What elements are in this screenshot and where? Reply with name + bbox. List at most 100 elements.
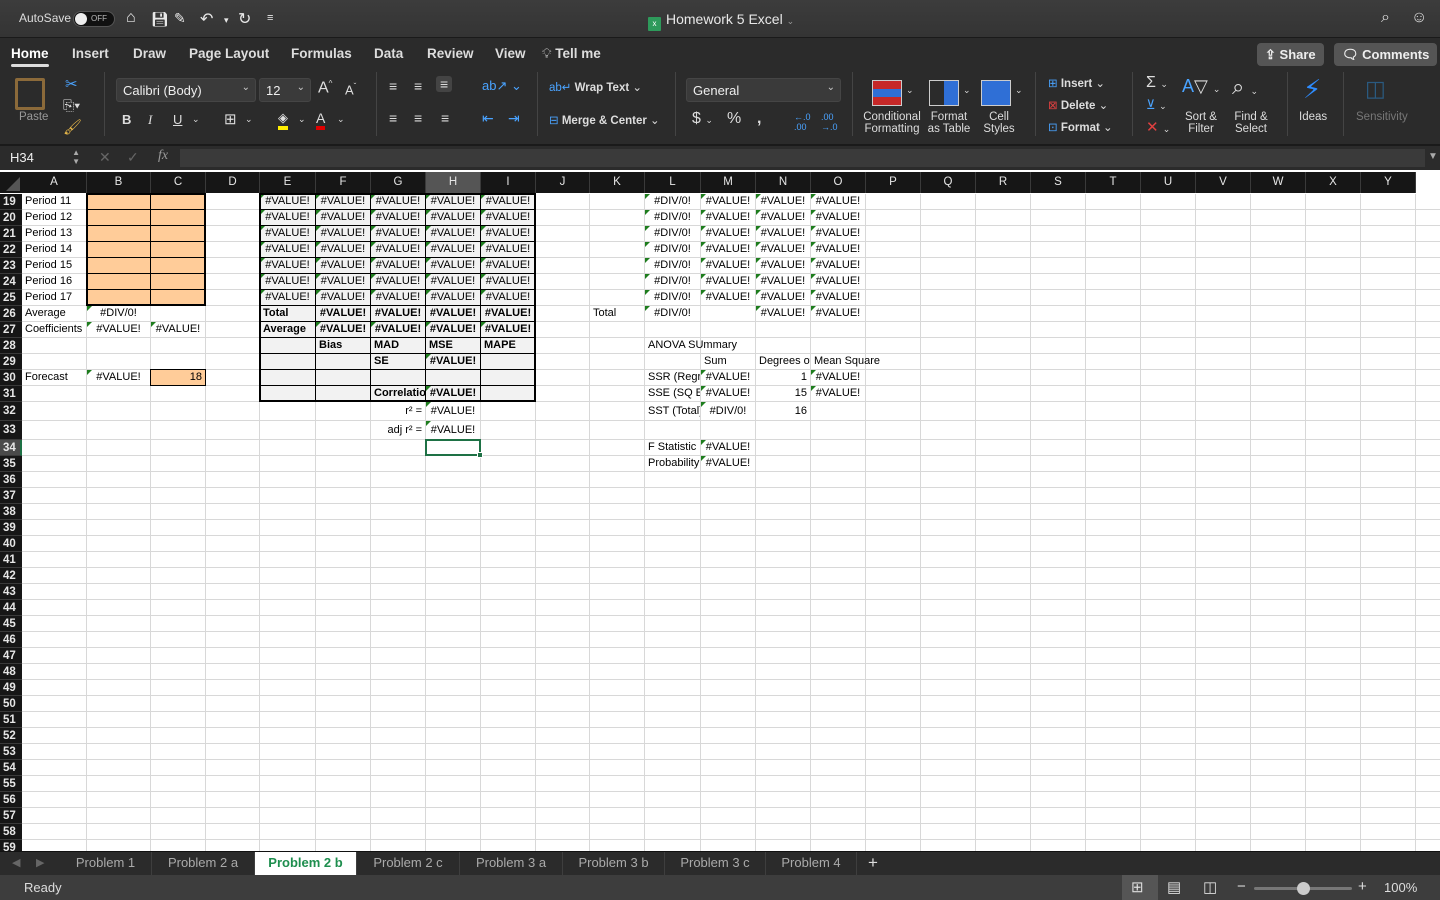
row-header-34[interactable]: 34 [0, 440, 22, 456]
bold-button[interactable]: B [122, 112, 131, 127]
normal-view-icon[interactable]: ⊞ [1131, 878, 1144, 896]
cell-f22[interactable]: #VALUE! [316, 242, 370, 257]
tab-page-layout[interactable]: Page Layout [189, 46, 269, 61]
cell-g25[interactable]: #VALUE! [371, 290, 425, 305]
cell-h30[interactable] [426, 370, 480, 385]
cell-e22[interactable]: #VALUE! [260, 242, 315, 257]
cancel-icon[interactable]: ✕ [99, 149, 111, 166]
zoom-in-button[interactable]: + [1358, 878, 1367, 895]
align-left-icon[interactable]: ≡ [389, 110, 397, 126]
format-as-table-icon[interactable] [929, 80, 959, 106]
wrap-text-button[interactable]: ab↵ Wrap Text ⌄ [549, 80, 642, 94]
expand-formula-icon[interactable]: ▼ [1428, 151, 1438, 162]
cell-g31[interactable]: Correlation [371, 386, 425, 401]
font-name-dropdown[interactable]: Calibri (Body) ⌄ [116, 78, 256, 102]
zoom-out-button[interactable]: − [1237, 878, 1246, 895]
cell-e31[interactable] [260, 386, 315, 401]
cell-o21[interactable]: #VALUE! [811, 226, 865, 241]
column-header-w[interactable]: W [1251, 172, 1306, 193]
sheet-tab-problem-3-b[interactable]: Problem 3 b [563, 852, 665, 875]
row-header-24[interactable]: 24 [0, 274, 22, 290]
row-header-31[interactable]: 31 [0, 386, 22, 402]
row-header-41[interactable]: 41 [0, 552, 22, 568]
row-header-35[interactable]: 35 [0, 456, 22, 472]
cell-g20[interactable]: #VALUE! [371, 210, 425, 225]
cell-f25[interactable]: #VALUE! [316, 290, 370, 305]
cell-b25[interactable] [87, 290, 150, 305]
italic-button[interactable]: I [148, 112, 152, 128]
cell-l26[interactable]: #DIV/0! [645, 306, 700, 321]
row-header-48[interactable]: 48 [0, 664, 22, 680]
sort-filter-button[interactable]: Sort & Filter [1180, 111, 1222, 135]
cell-f23[interactable]: #VALUE! [316, 258, 370, 273]
row-header-51[interactable]: 51 [0, 712, 22, 728]
row-header-43[interactable]: 43 [0, 584, 22, 600]
column-header-g[interactable]: G [371, 172, 426, 193]
row-header-46[interactable]: 46 [0, 632, 22, 648]
cell-b26[interactable]: #DIV/0! [87, 306, 150, 321]
cell-e24[interactable]: #VALUE! [260, 274, 315, 289]
cell-o24[interactable]: #VALUE! [811, 274, 865, 289]
row-header-40[interactable]: 40 [0, 536, 22, 552]
fill-icon[interactable]: ⊻ ⌄ [1146, 97, 1167, 113]
search-icon[interactable]: ⌕ [1381, 9, 1390, 27]
percent-icon[interactable]: % [727, 110, 741, 128]
column-header-h[interactable]: H [426, 172, 481, 193]
cell-b24[interactable] [87, 274, 150, 289]
borders-icon[interactable]: ⊞ [224, 110, 237, 128]
format-painter-icon[interactable]: 🖌︎ [63, 118, 82, 136]
cell-m22[interactable]: #VALUE! [701, 242, 755, 257]
currency-icon[interactable]: $ ⌄ [692, 110, 713, 128]
cell-n32[interactable]: 16 [756, 402, 810, 420]
merge-center-button[interactable]: ⊟ Merge & Center ⌄ [549, 113, 660, 127]
autosum-icon[interactable]: Σ ⌄ [1146, 74, 1168, 92]
tab-data[interactable]: Data [374, 46, 403, 61]
tab-view[interactable]: View [495, 46, 526, 61]
tell-me[interactable]: 💡︎ Tell me [542, 46, 601, 62]
cell-m25[interactable]: #VALUE! [701, 290, 755, 305]
cell-f24[interactable]: #VALUE! [316, 274, 370, 289]
cell-l21[interactable]: #DIV/0! [645, 226, 700, 241]
cell-i26[interactable]: #VALUE! [481, 306, 535, 321]
cell-f28[interactable]: Bias [316, 338, 370, 353]
cell-m32[interactable]: #DIV/0! [701, 402, 755, 420]
cell-i24[interactable]: #VALUE! [481, 274, 535, 289]
cell-c24[interactable] [151, 274, 205, 289]
cell-e20[interactable]: #VALUE! [260, 210, 315, 225]
cell-m35[interactable]: #VALUE! [701, 456, 755, 471]
cell-b23[interactable] [87, 258, 150, 273]
cell-i30[interactable] [481, 370, 535, 385]
cell-m23[interactable]: #VALUE! [701, 258, 755, 273]
cell-a30[interactable]: Forecast [22, 370, 86, 385]
format-as-table-button[interactable]: Format as Table [924, 111, 974, 135]
sheet-tab-problem-2-c[interactable]: Problem 2 c [357, 852, 460, 875]
font-color-dropdown-icon[interactable]: ⌄ [337, 114, 345, 125]
font-size-dropdown[interactable]: 12 ⌄ [259, 78, 311, 102]
cell-g30[interactable] [371, 370, 425, 385]
save-icon[interactable]: 💾︎ [151, 11, 169, 28]
cell-n20[interactable]: #VALUE! [756, 210, 810, 225]
cell-g28[interactable]: MAD [371, 338, 425, 353]
column-header-p[interactable]: P [866, 172, 921, 193]
cell-g21[interactable]: #VALUE! [371, 226, 425, 241]
share-button[interactable]: ⇪ Share [1257, 43, 1324, 66]
autosave-toggle[interactable]: OFF [73, 11, 115, 27]
column-header-n[interactable]: N [756, 172, 811, 193]
align-top-icon[interactable]: ≡ [389, 78, 397, 94]
tab-review[interactable]: Review [427, 46, 474, 61]
cell-n21[interactable]: #VALUE! [756, 226, 810, 241]
cell-l35[interactable]: Probability [645, 456, 700, 471]
cell-h20[interactable]: #VALUE! [426, 210, 480, 225]
cell-g32[interactable]: r² = [371, 402, 425, 420]
cell-c20[interactable] [151, 210, 205, 225]
undo-dropdown-icon[interactable]: ▾ [224, 15, 229, 26]
cell-l28[interactable]: ANOVA SUmmary [645, 338, 755, 353]
cell-f29[interactable] [316, 354, 370, 369]
fill-color-icon[interactable]: ◈ [278, 110, 288, 130]
cell-l25[interactable]: #DIV/0! [645, 290, 700, 305]
cell-g22[interactable]: #VALUE! [371, 242, 425, 257]
cell-a20[interactable]: Period 12 [22, 210, 86, 225]
tab-formulas[interactable]: Formulas [291, 46, 352, 61]
row-header-20[interactable]: 20 [0, 210, 22, 226]
cell-i22[interactable]: #VALUE! [481, 242, 535, 257]
